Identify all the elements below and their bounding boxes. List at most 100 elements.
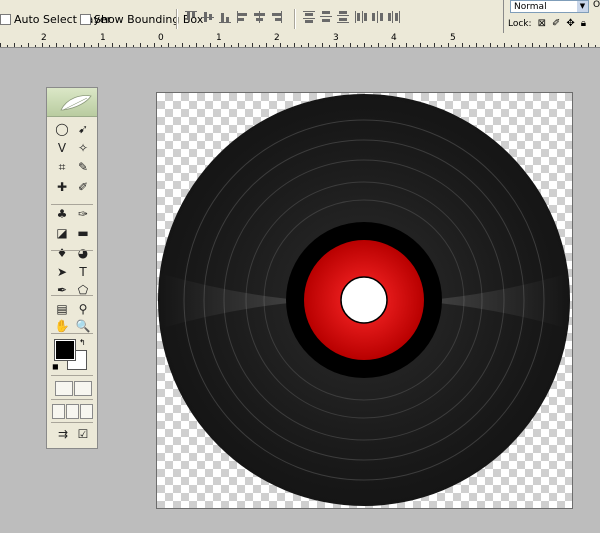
marquee-tool-icon[interactable]: ◯ xyxy=(52,121,72,138)
ruler-tick xyxy=(252,43,253,47)
divider xyxy=(51,422,93,423)
ruler-tick xyxy=(301,45,302,47)
distribute-left-icon[interactable] xyxy=(353,9,367,25)
quick-mask-mode-button[interactable] xyxy=(74,381,92,396)
ruler-tick xyxy=(532,43,533,47)
divider xyxy=(51,250,93,251)
eyedropper-tool-icon[interactable]: ⚲ xyxy=(73,301,93,318)
brush-tool-icon[interactable]: ✐ xyxy=(73,179,93,196)
swap-colors-icon[interactable]: ↰ xyxy=(79,338,86,347)
ruler-tick xyxy=(462,43,463,47)
blur-tool-icon[interactable]: ♦ xyxy=(52,245,72,262)
document-canvas[interactable] xyxy=(156,92,573,509)
toolbox-header[interactable] xyxy=(47,88,97,117)
distribute-bottom-icon[interactable] xyxy=(336,9,350,25)
ruler-label: 1 xyxy=(216,33,222,43)
ruler-tick xyxy=(266,43,267,47)
ruler-tick xyxy=(343,45,344,47)
screen-mode-standard-button[interactable] xyxy=(52,404,65,419)
align-bottom-icon[interactable] xyxy=(218,9,232,25)
lasso-tool-icon[interactable]: ᐯ xyxy=(52,140,72,157)
ruler-tick xyxy=(546,43,547,47)
lock-image-icon[interactable]: ✐ xyxy=(552,18,560,29)
crop-tool-icon[interactable]: ⌗ xyxy=(52,159,72,176)
ruler-tick xyxy=(434,43,435,47)
ruler-tick xyxy=(441,45,442,47)
ruler-tick xyxy=(455,45,456,47)
ruler-tick xyxy=(497,45,498,47)
horizontal-ruler[interactable]: 2 1 0 1 2 3 4 5 xyxy=(0,33,600,48)
jump-to-imageready-icon[interactable]: ⇉ xyxy=(53,426,73,443)
ruler-tick xyxy=(427,45,428,47)
ruler-tick xyxy=(378,43,379,47)
ruler-tick xyxy=(287,45,288,47)
screen-mode-full-menu-button[interactable] xyxy=(66,404,79,419)
dodge-tool-icon[interactable]: ◕ xyxy=(73,245,93,262)
ruler-tick xyxy=(357,45,358,47)
ruler-tick xyxy=(567,45,568,47)
move-tool-icon[interactable]: ➹ xyxy=(73,121,93,138)
magic-wand-tool-icon[interactable]: ✧ xyxy=(73,140,93,157)
align-buttons-group xyxy=(184,9,283,25)
ruler-tick xyxy=(35,45,36,47)
ruler-tick xyxy=(364,43,365,47)
ruler-label: 1 xyxy=(100,33,106,43)
align-right-icon[interactable] xyxy=(269,9,283,25)
ruler-tick xyxy=(315,45,316,47)
opacity-label: O xyxy=(593,0,600,10)
pen-tool-icon[interactable]: ✒ xyxy=(52,282,72,299)
ruler-tick xyxy=(385,45,386,47)
eraser-tool-icon[interactable]: ◪ xyxy=(52,225,72,242)
divider xyxy=(176,9,178,29)
blend-mode-value: Normal xyxy=(514,2,547,12)
history-brush-tool-icon[interactable]: ✑ xyxy=(73,206,93,223)
edit-in-imageready-icon[interactable]: ☑ xyxy=(73,426,93,443)
default-colors-icon[interactable]: ◼ xyxy=(52,362,59,371)
ruler-tick xyxy=(280,43,281,47)
align-left-icon[interactable] xyxy=(235,9,249,25)
screen-mode-full-button[interactable] xyxy=(80,404,93,419)
distribute-right-icon[interactable] xyxy=(387,9,401,25)
clone-stamp-tool-icon[interactable]: ♣ xyxy=(52,206,72,223)
lock-position-icon[interactable]: ✥ xyxy=(566,18,574,29)
ruler-tick xyxy=(14,43,15,47)
lock-all-icon[interactable]: 🔒︎ xyxy=(581,18,586,29)
align-hcenter-icon[interactable] xyxy=(252,9,266,25)
align-vcenter-icon[interactable] xyxy=(201,9,215,25)
divider xyxy=(51,295,93,296)
divider xyxy=(51,375,93,376)
path-selection-tool-icon[interactable]: ➤ xyxy=(52,264,72,281)
standard-mode-button[interactable] xyxy=(55,381,73,396)
lock-transparency-icon[interactable]: ⊠ xyxy=(538,18,546,29)
ruler-tick xyxy=(238,43,239,47)
ruler-tick xyxy=(77,45,78,47)
healing-brush-tool-icon[interactable]: ✚ xyxy=(52,179,72,196)
align-top-icon[interactable] xyxy=(184,9,198,25)
distribute-top-icon[interactable] xyxy=(302,9,316,25)
foreground-color-swatch[interactable] xyxy=(54,339,76,361)
ruler-tick xyxy=(420,43,421,47)
blend-mode-select[interactable]: Normal ▼ xyxy=(510,0,589,13)
toolbox: ◯ ➹ ᐯ ✧ ⌗ ✎ ✚ ✐ ♣ ✑ ◪ ▬ ♦ ◕ ➤ T ✒ ⬠ ▤ ⚲ ✋ 🔍 ↰ ◼ ⇉ ☑ xyxy=(46,87,98,449)
ruler-label: 2 xyxy=(41,33,47,43)
gradient-tool-icon[interactable]: ▬ xyxy=(73,225,93,242)
ruler-tick xyxy=(413,45,414,47)
ruler-tick xyxy=(336,43,337,47)
shape-tool-icon[interactable]: ⬠ xyxy=(73,282,93,299)
slice-tool-icon[interactable]: ✎ xyxy=(73,159,93,176)
distribute-vcenter-icon[interactable] xyxy=(319,9,333,25)
auto-select-checkbox-box[interactable] xyxy=(0,13,11,25)
ruler-tick xyxy=(231,45,232,47)
ruler-tick xyxy=(399,45,400,47)
ruler-tick xyxy=(504,43,505,47)
distribute-hcenter-icon[interactable] xyxy=(370,9,384,25)
ruler-tick xyxy=(490,43,491,47)
ruler-tick xyxy=(203,45,204,47)
ruler-tick xyxy=(98,43,99,47)
chevron-down-icon[interactable]: ▼ xyxy=(577,1,588,12)
show-bounding-checkbox-box[interactable] xyxy=(80,13,91,25)
ruler-label: 2 xyxy=(274,33,280,43)
type-tool-icon[interactable]: T xyxy=(73,264,93,281)
divider xyxy=(51,399,93,400)
notes-tool-icon[interactable]: ▤ xyxy=(52,301,72,318)
